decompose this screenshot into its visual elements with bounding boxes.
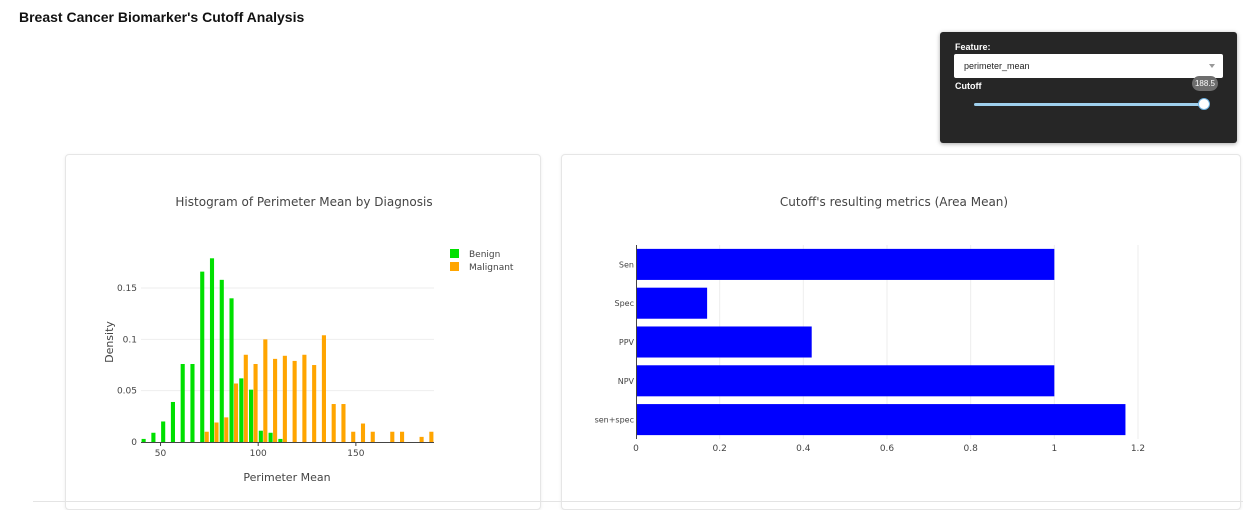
histogram-bar-benign [170,401,175,442]
histogram-bar-malignant [331,404,336,442]
legend-label-malignant: Malignant [469,263,514,273]
histogram-bar-malignant [253,364,258,442]
cutoff-value-tooltip: 188.5 [1192,76,1218,91]
histogram-bar-malignant [292,360,297,442]
histogram-bar-malignant [351,431,356,442]
divider [33,501,1243,502]
feature-select-value: perimeter_mean [964,61,1030,71]
chevron-down-icon [1209,64,1215,68]
metrics-bar-sen-spec [636,404,1126,436]
cutoff-label: Cutoff [955,81,982,91]
histogram-bar-malignant [429,431,434,442]
histogram-bar-malignant [400,431,405,442]
histogram-bar-benign [268,432,273,442]
legend-swatch-benign [450,249,459,258]
histogram-x-tick-label: 150 [347,449,364,459]
metrics-title: Cutoff's resulting metrics (Area Mean) [780,195,1008,209]
histogram-bar-malignant [370,431,375,442]
metrics-y-tick-label: Sen [619,260,634,269]
histogram-bar-benign [278,438,283,442]
metrics-bar-sen [636,248,1055,280]
histogram-card: Histogram of Perimeter Mean by Diagnosis… [65,154,541,510]
metrics-y-tick-label: Spec [615,299,634,308]
histogram-x-tick-label: 100 [250,449,267,459]
histogram-bar-benign [229,298,234,442]
histogram-bar-benign [258,430,263,442]
histogram-bar-malignant [233,383,239,442]
histogram-bar-malignant [224,417,229,442]
histogram-bar-benign [151,432,156,442]
histogram-bar-malignant [273,358,278,442]
cutoff-slider-track[interactable] [974,103,1204,106]
histogram-bar-benign [239,378,244,442]
histogram-y-tick-label: 0.15 [117,284,137,294]
histogram-bar-benign [209,258,215,442]
histogram-bar-malignant [341,404,346,442]
metrics-x-tick-label: 1.2 [1131,444,1145,454]
histogram-bar-malignant [419,436,424,442]
metrics-x-tick-label: 0.4 [796,444,811,454]
feature-label: Feature: [955,42,991,52]
histogram-bar-malignant [390,431,395,442]
metrics-x-tick-label: 0.2 [713,444,727,454]
histogram-bar-benign [200,271,205,442]
metrics-y-tick-label: NPV [618,377,635,386]
histogram-bar-malignant [204,431,209,442]
histogram-title: Histogram of Perimeter Mean by Diagnosis [175,195,432,209]
histogram-y-tick-label: 0.1 [123,335,137,345]
metrics-bar-npv [636,365,1055,397]
metrics-x-tick-label: 0.6 [880,444,895,454]
page-title: Breast Cancer Biomarker's Cutoff Analysi… [19,9,305,25]
control-panel: Feature: perimeter_mean Cutoff 188.5 [940,32,1237,143]
histogram-bar-malignant [312,365,317,442]
histogram-y-tick-label: 0.05 [117,387,137,397]
histogram-x-tick-label: 50 [155,449,167,459]
histogram-bar-benign [219,279,224,442]
histogram-x-axis-label: Perimeter Mean [243,471,330,484]
histogram-bar-benign [141,438,146,442]
histogram-bar-malignant [302,354,307,442]
legend-label-benign: Benign [469,250,500,260]
legend-swatch-malignant [450,262,459,271]
metrics-bar-ppv [636,326,812,358]
feature-select[interactable]: perimeter_mean [954,54,1223,78]
histogram-bar-malignant [360,423,366,442]
histogram-bar-benign [180,364,185,442]
histogram-bar-benign [249,389,254,442]
metrics-x-tick-label: 0.8 [964,444,979,454]
metrics-card: Cutoff's resulting metrics (Area Mean) 0… [561,154,1241,510]
histogram-bar-malignant [321,335,326,442]
metrics-chart: Cutoff's resulting metrics (Area Mean) 0… [595,195,1146,454]
histogram-bar-malignant [243,354,248,442]
histogram-y-tick-label: 0 [131,438,137,448]
histogram-bar-benign [161,421,166,442]
histogram-bar-malignant [263,339,268,442]
histogram-chart: Histogram of Perimeter Mean by Diagnosis… [103,195,514,484]
histogram-bar-malignant [214,422,219,442]
histogram-bar-malignant [282,355,287,442]
metrics-x-tick-label: 1 [1051,444,1057,454]
cutoff-slider-handle[interactable] [1198,98,1210,110]
metrics-y-tick-label: PPV [619,338,635,347]
histogram-bar-benign [190,364,195,442]
metrics-bar-spec [636,287,708,319]
metrics-x-tick-label: 0 [633,444,639,454]
histogram-y-axis-label: Density [103,321,116,363]
metrics-y-tick-label: sen+spec [595,416,634,425]
